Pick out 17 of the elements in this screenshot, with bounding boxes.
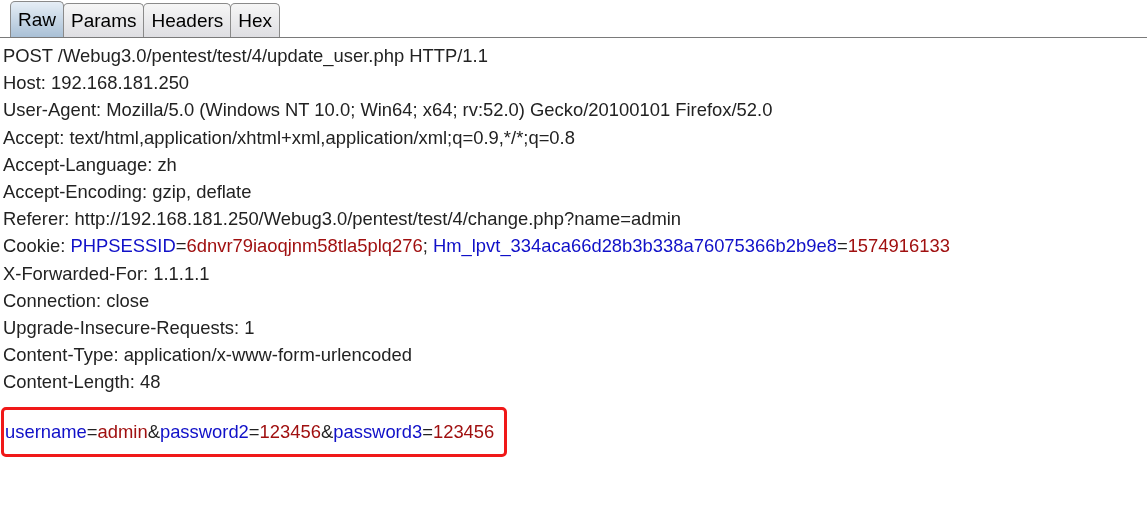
- request-line: Cookie: PHPSESSID=6dnvr79iaoqjnm58tla5plq276; Hm_lpvt_334aca66d28b3b338a76075366b2b9e8=1574916133: [3, 234, 951, 259]
- request-line: Connection: close: [3, 288, 151, 313]
- request-line: Upgrade-Insecure-Requests: 1: [3, 316, 256, 341]
- request-line: Content-Type: application/x-www-form-urlencoded: [3, 343, 413, 368]
- request-line: Content-Length: 48: [3, 370, 162, 395]
- request-line: Referer: http://192.168.181.250/Webug3.0/pentest/test/4/change.php?name=admin: [3, 207, 683, 232]
- tab[interactable]: Params: [63, 3, 145, 37]
- request-line: X-Forwarded-For: 1.1.1.1: [3, 261, 211, 286]
- tab[interactable]: Raw: [10, 1, 64, 37]
- request-line: POST /Webug3.0/pentest/test/4/update_user.php HTTP/1.1: [3, 44, 489, 69]
- tab[interactable]: Headers: [143, 3, 232, 37]
- request-line: Host: 192.168.181.250: [3, 71, 191, 96]
- request-line: Accept-Encoding: gzip, deflate: [3, 180, 253, 204]
- request-line: Accept-Language: zh: [3, 152, 178, 177]
- request-line: User-Agent: Mozilla/5.0 (Windows NT 10.0; Win64; x64; rv:52.0) Gecko/20100101 Firefox/52.0: [3, 98, 774, 123]
- request-line: Accept: text/html,application/xhtml+xml,application/xml;q=0.9,*/*;q=0.8: [3, 125, 576, 150]
- tab[interactable]: Hex: [230, 3, 281, 37]
